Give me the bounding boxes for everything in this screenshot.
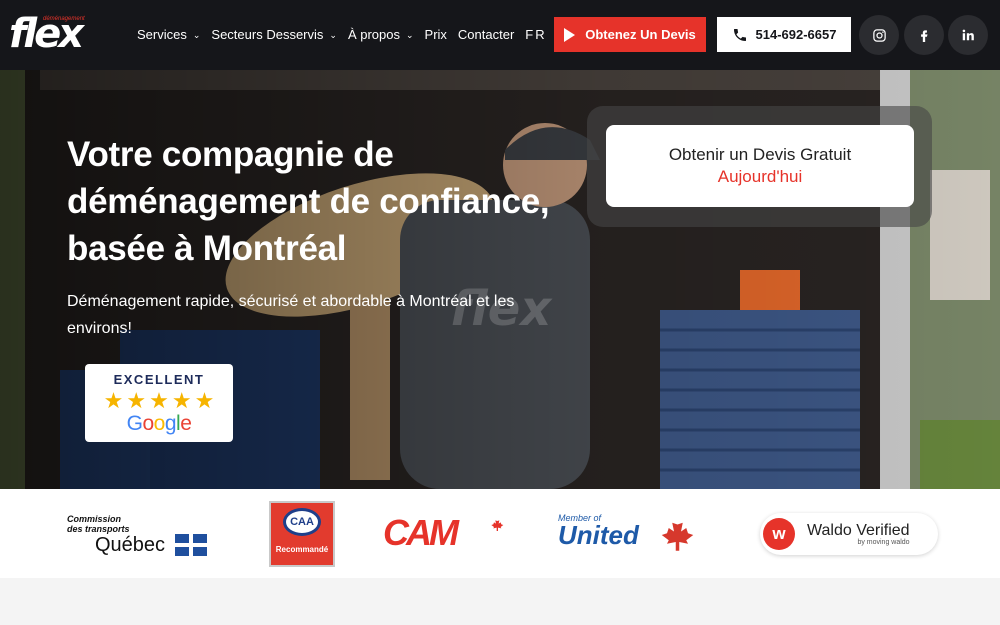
chevron-down-icon: ⌄ [192,30,201,40]
waldo-logo-icon: w [763,518,795,550]
united-name: United [558,520,639,550]
maple-leaf-icon [491,518,504,531]
nav-secteurs-label: Secteurs Desservis [211,27,324,42]
instagram-link[interactable] [859,15,899,55]
united-logo: Member of United [558,513,639,550]
free-quote-card[interactable]: Obtenir un Devis Gratuit Aujourd'hui [606,125,914,207]
nav-contacter[interactable]: Contacter [458,27,514,42]
free-quote-line1: Obtenir un Devis Gratuit [668,145,852,164]
facebook-link[interactable] [904,15,944,55]
hero-section: flex Votre compagnie de déménagement de … [0,70,1000,489]
nav-prix-label: Prix [424,27,447,42]
star-icon: ★ [149,388,169,413]
star-icon: ★ [103,388,124,413]
language-label: FR [525,27,547,42]
nav-secteurs[interactable]: Secteurs Desservis ⌄ [211,27,337,42]
ctq-line2: des transports [67,524,130,534]
get-quote-button[interactable]: Obtenez Un Devis [554,17,706,52]
caa-badge: CAA [283,508,321,536]
phone-number: 514-692-6657 [755,27,837,42]
play-icon [564,27,576,42]
star-icon: ★ [126,388,147,413]
rating-stars: ★ ★ ★ ★ ★ [104,389,215,413]
ctq-name: Québec [95,534,166,556]
flex-logo[interactable]: flex déménagement [9,14,85,54]
chevron-down-icon: ⌄ [405,30,414,40]
caa-badge-text: CAA [290,516,314,528]
nav-apropos[interactable]: À propos ⌄ [348,27,414,42]
nav-apropos-label: À propos [347,27,400,42]
logo-tagline: déménagement [43,16,85,22]
nav-services[interactable]: Services ⌄ [137,27,200,42]
star-icon: ★ [194,388,215,413]
google-logo: Google [126,412,192,435]
main-nav: Services ⌄ Secteurs Desservis ⌄ À propos ⌄ … [137,27,573,42]
caa-logo: CAA Recommandé [269,501,335,567]
cam-logo: CAM [383,512,459,553]
waldo-verified-badge: w Waldo Verified by moving waldo [760,513,938,555]
waldo-name: Waldo Verified [807,522,910,539]
maple-leaf-icon [661,517,694,551]
phone-icon [733,28,746,41]
star-icon: ★ [171,388,192,413]
site-header: flex déménagement Services ⌄ Secteurs Des… [0,0,1000,70]
ctq-logo: Commission des transports Québec [67,514,209,556]
get-quote-label: Obtenez Un Devis [585,27,696,42]
ctq-line1: Commission [67,514,122,524]
facebook-icon [921,30,928,42]
chevron-down-icon: ⌄ [329,30,337,40]
google-rating-badge[interactable]: EXCELLENT ★ ★ ★ ★ ★ Google [85,364,233,442]
linkedin-icon [962,29,974,41]
nav-services-label: Services [137,27,187,42]
linkedin-link[interactable] [948,15,988,55]
waldo-by: by moving waldo [857,539,910,546]
next-section-background [0,578,1000,625]
nav-contacter-label: Contacter [457,27,515,42]
free-quote-line2: Aujourd'hui [717,167,803,186]
phone-button[interactable]: 514-692-6657 [717,17,851,52]
hero-subtitle: Déménagement rapide, sécurisé et abordab… [67,293,515,337]
rating-label: EXCELLENT [113,372,205,387]
nav-prix[interactable]: Prix [425,27,447,42]
quebec-flag-icon [175,534,207,556]
instagram-icon [872,28,886,42]
caa-label: Recommandé [275,545,329,554]
hero-title: Votre compagnie de déménagement de confi… [67,135,550,268]
